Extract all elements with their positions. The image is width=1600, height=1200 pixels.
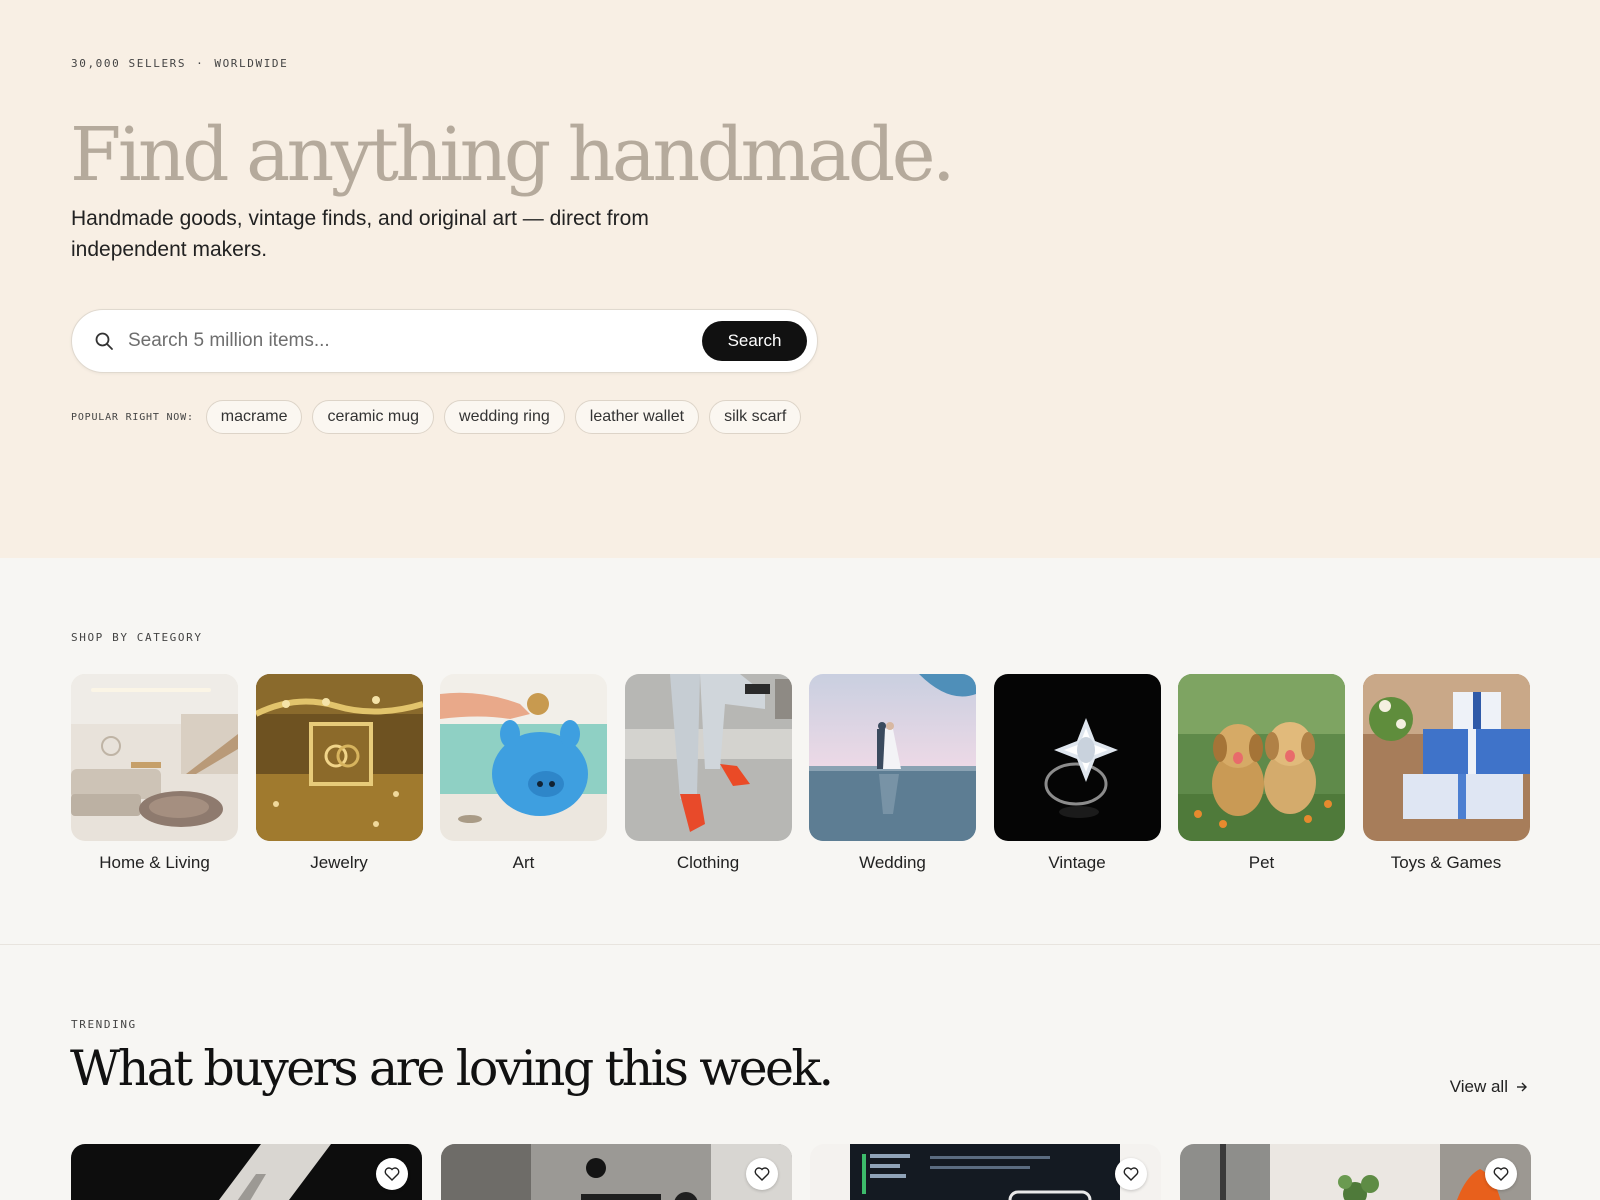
- jeans-red-sneakers-image: [624, 674, 792, 841]
- dark-product-image: [71, 1144, 422, 1200]
- category-jewelry[interactable]: Jewelry: [255, 674, 423, 873]
- category-pet[interactable]: Pet: [1178, 674, 1345, 873]
- category-label: Toys & Games: [1390, 853, 1502, 872]
- favorite-button[interactable]: [745, 1158, 778, 1190]
- search-icon: [95, 332, 113, 350]
- couple-on-beach-image: [809, 674, 976, 841]
- search-button[interactable]: Search: [702, 321, 807, 361]
- category-label: Clothing: [676, 853, 740, 872]
- popular-chip-wedding-ring[interactable]: wedding ring: [444, 400, 565, 434]
- living-room-image: [71, 674, 238, 841]
- window-plant-image: [1179, 1144, 1531, 1200]
- category-label: Vintage: [1048, 853, 1106, 872]
- trading-screen-image: [810, 1144, 1161, 1200]
- gold-rings-image: [255, 674, 423, 841]
- popular-chip-silk-scarf[interactable]: silk scarf: [709, 400, 802, 434]
- category-eyebrow: SHOP BY CATEGORY: [71, 631, 203, 644]
- category-art[interactable]: Art: [440, 674, 607, 873]
- diamond-ring-image: [993, 674, 1161, 841]
- category-wedding[interactable]: Wedding: [809, 674, 976, 873]
- search-input[interactable]: [128, 324, 688, 358]
- product-card[interactable]: [810, 1144, 1161, 1200]
- hero-section: 30,000 SELLERS · WORLDWIDE Find anything h…: [0, 0, 1600, 558]
- popular-chip-leather-wallet[interactable]: leather wallet: [574, 400, 700, 434]
- heart-icon: [1493, 1167, 1508, 1181]
- popular-label: POPULAR RIGHT NOW:: [71, 411, 194, 423]
- sellers-count: 30,000 SELLERS: [71, 57, 187, 70]
- puppies-image: [1178, 674, 1345, 841]
- product-card[interactable]: [1179, 1144, 1531, 1200]
- search-bar: Search: [71, 309, 818, 373]
- favorite-button[interactable]: [1484, 1158, 1517, 1190]
- trending-eyebrow: TRENDING: [71, 1018, 137, 1031]
- trending-title: What buyers are loving this week.: [70, 1040, 834, 1097]
- heart-icon: [384, 1167, 400, 1181]
- category-clothing[interactable]: Clothing: [624, 674, 792, 873]
- studio-equipment-image: [440, 1144, 792, 1200]
- hero-subtitle: Handmade goods, vintage finds, and origi…: [71, 207, 649, 261]
- category-label: Pet: [1248, 853, 1275, 872]
- popular-searches: POPULAR RIGHT NOW: macrame ceramic mug w…: [71, 400, 811, 434]
- trending-products: [71, 1144, 1531, 1200]
- product-card[interactable]: [71, 1144, 422, 1200]
- gift-boxes-image: [1362, 674, 1530, 841]
- category-label: Home & Living: [99, 853, 210, 872]
- region-label: WORLDWIDE: [214, 57, 289, 70]
- category-vintage[interactable]: Vintage: [993, 674, 1161, 873]
- view-all-link[interactable]: View all: [1450, 1077, 1528, 1097]
- category-label: Wedding: [859, 853, 926, 872]
- popular-chip-ceramic-mug[interactable]: ceramic mug: [312, 400, 435, 434]
- hero-eyebrow: 30,000 SELLERS · WORLDWIDE: [71, 57, 288, 70]
- section-divider: [0, 944, 1600, 945]
- product-card[interactable]: [440, 1144, 792, 1200]
- category-toys-games[interactable]: Toys & Games: [1362, 674, 1530, 873]
- favorite-button[interactable]: [376, 1158, 408, 1190]
- arrow-right-icon: [1517, 1082, 1527, 1092]
- popular-chip-macrame[interactable]: macrame: [205, 400, 303, 434]
- heart-icon: [754, 1167, 769, 1181]
- category-label: Jewelry: [310, 853, 368, 872]
- heart-icon: [1123, 1167, 1139, 1181]
- hero-title: Find anything handmade.: [70, 112, 956, 198]
- piggy-bank-image: [440, 674, 607, 841]
- category-grid: Home & Living Jewelry Art Clothing Weddi…: [71, 674, 1547, 873]
- category-label: Art: [512, 853, 535, 872]
- category-home-living[interactable]: Home & Living: [71, 674, 238, 873]
- favorite-button[interactable]: [1115, 1158, 1147, 1190]
- eyebrow-separator: ·: [196, 57, 205, 70]
- view-all-label: View all: [1449, 1077, 1508, 1096]
